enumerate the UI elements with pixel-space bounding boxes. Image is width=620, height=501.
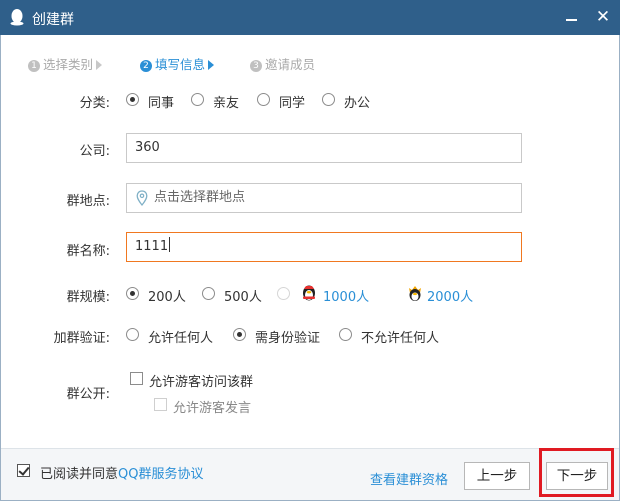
radio-dot (233, 328, 246, 341)
location-pin-icon (136, 190, 148, 206)
location-picker[interactable]: 点击选择群地点 (126, 183, 522, 213)
scale-label: 群规模: (66, 290, 110, 305)
window-title: 创建群 (32, 12, 74, 28)
agree-prefix: 已阅读并同意 (40, 467, 119, 482)
service-agreement-link[interactable]: QQ群服务协议 (118, 467, 203, 482)
category-label: 分类: (79, 96, 110, 111)
view-qualification-link[interactable]: 查看建群资格 (370, 469, 448, 488)
radio-dot (277, 287, 290, 300)
radio-dot (191, 93, 204, 106)
radio-dot (126, 287, 139, 300)
radio-label: 办公 (344, 96, 371, 111)
location-placeholder: 点击选择群地点 (154, 190, 246, 205)
verify-label: 加群验证: (53, 331, 110, 346)
group-name-label: 群名称: (66, 244, 110, 259)
radio-dot (126, 328, 139, 341)
step-number: 1 (28, 60, 40, 72)
text-caret (169, 237, 171, 252)
close-icon: ✕ (595, 7, 611, 27)
minimize-button[interactable] (560, 6, 582, 28)
radio-label: 不允许任何人 (361, 331, 440, 346)
vip-penguin-icon (303, 285, 315, 301)
radio-label: 2000人 (427, 290, 474, 305)
step-label: 选择类别 (43, 57, 94, 72)
radio-label: 需身份验证 (255, 331, 321, 346)
group-name-value: 1111 (135, 239, 169, 254)
group-name-input[interactable]: 1111 (126, 232, 522, 262)
radio-label: 1000人 (323, 290, 370, 305)
radio-label: 200人 (148, 290, 186, 305)
close-button[interactable]: ✕ (592, 6, 614, 28)
company-label: 公司: (79, 144, 110, 159)
radio-label: 同学 (279, 96, 306, 111)
location-label: 群地点: (66, 194, 110, 209)
radio-dot (202, 287, 215, 300)
radio-label: 亲友 (213, 96, 240, 111)
step-invite-members: 3 邀请成员 (250, 54, 315, 73)
radio-dot (339, 328, 352, 341)
agree-terms-text: 已阅读并同意QQ群服务协议 (40, 463, 203, 482)
company-input[interactable]: 360 (126, 133, 522, 163)
highlight-box (539, 448, 614, 497)
public-label: 群公开: (66, 387, 110, 402)
checkbox-box (17, 464, 30, 477)
step-label: 填写信息 (155, 57, 206, 72)
title-bar: 创建群 ✕ (0, 0, 620, 35)
radio-dot (126, 93, 139, 106)
step-fill-info: 2 填写信息 (140, 54, 215, 73)
step-number: 2 (140, 60, 152, 72)
checkbox-label: 允许游客访问该群 (149, 375, 254, 390)
step-label: 邀请成员 (265, 57, 316, 72)
radio-label: 同事 (148, 96, 175, 111)
step-arrow-icon (96, 60, 103, 70)
checkbox-label: 允许游客发言 (173, 401, 252, 416)
svip-penguin-icon (409, 286, 421, 301)
minimize-icon (566, 19, 577, 21)
previous-step-button[interactable]: 上一步 (464, 462, 530, 490)
radio-label: 允许任何人 (148, 331, 214, 346)
radio-dot (322, 93, 335, 106)
radio-dot (257, 93, 270, 106)
company-value: 360 (135, 140, 160, 155)
qq-penguin-icon (10, 9, 24, 26)
step-arrow-icon (208, 60, 215, 70)
step-select-category: 1 选择类别 (28, 54, 103, 73)
checkbox-box (154, 398, 167, 411)
step-number: 3 (250, 60, 262, 72)
checkbox-box (130, 372, 143, 385)
radio-label: 500人 (224, 290, 262, 305)
